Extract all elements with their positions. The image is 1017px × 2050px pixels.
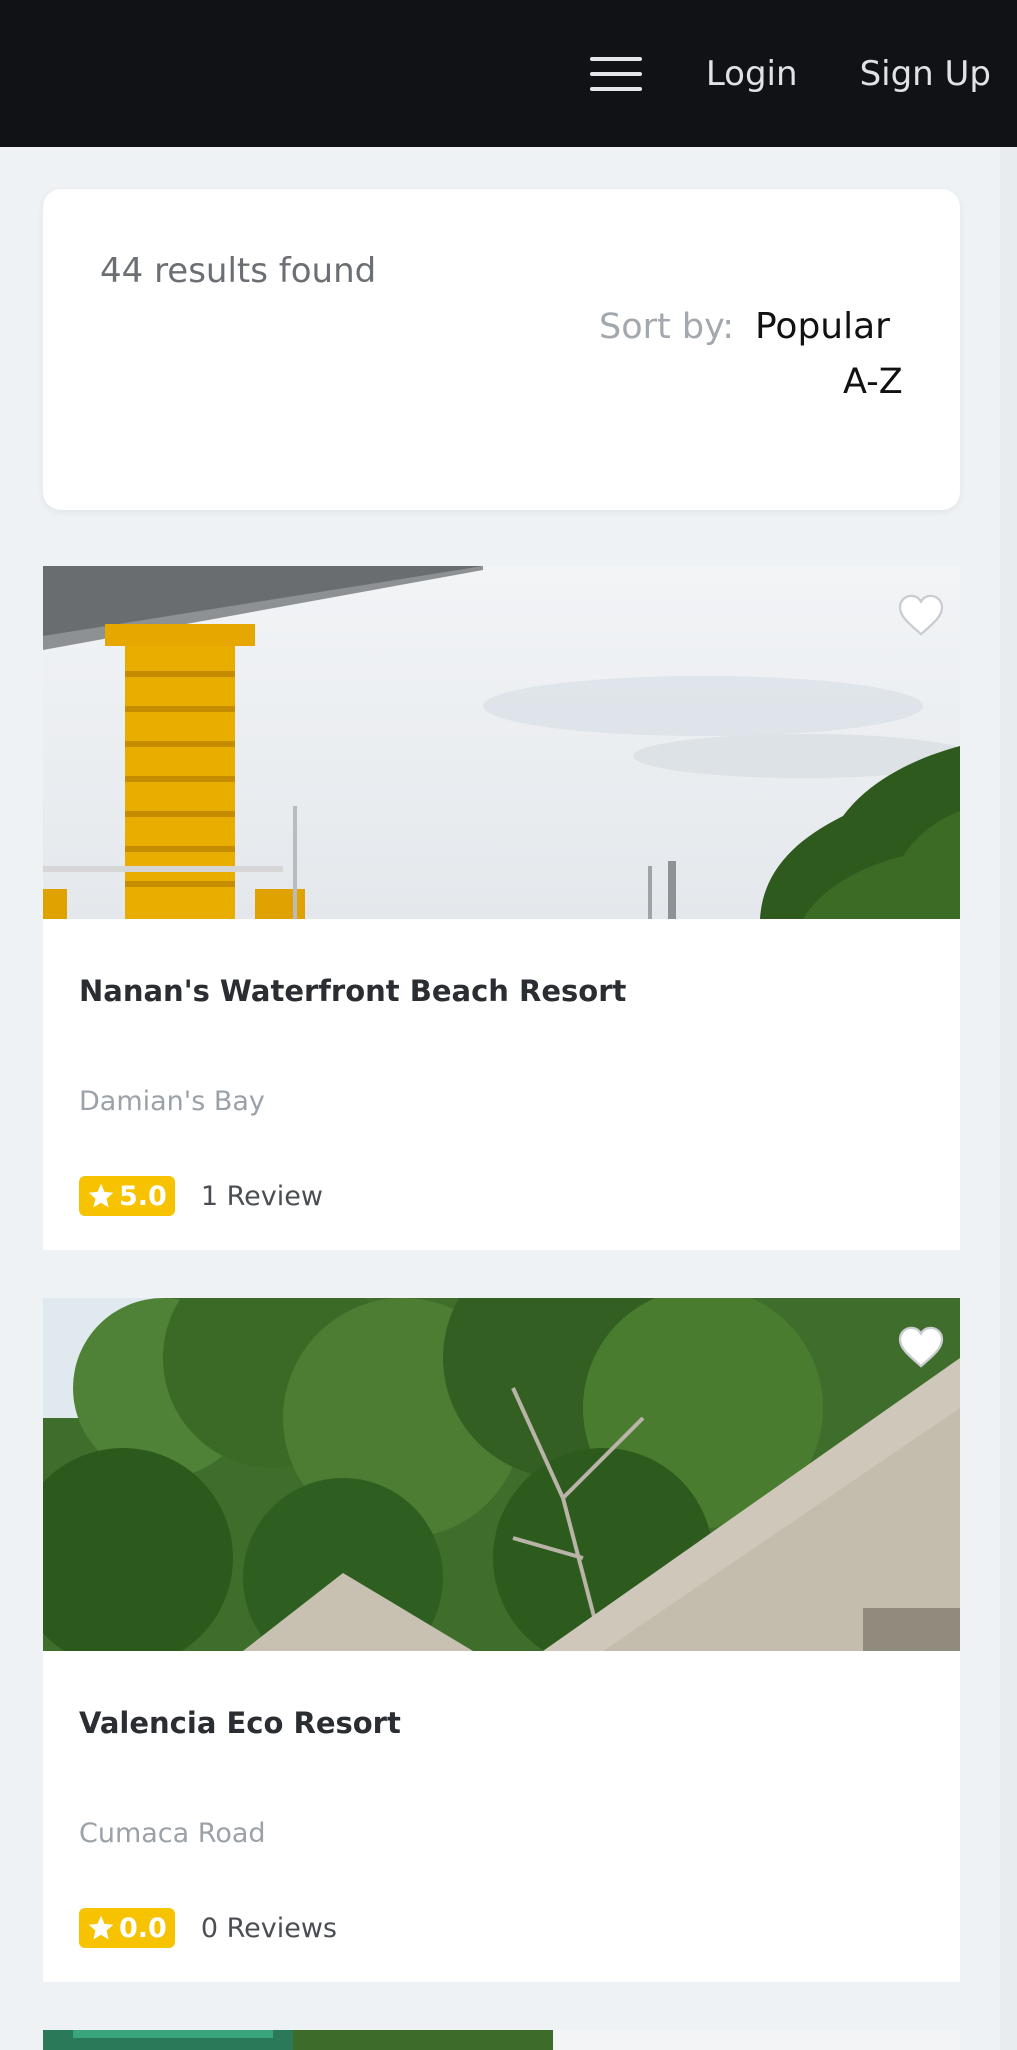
listing-location: Cumaca Road [79,1818,266,1849]
page-scrollbar-track[interactable] [1000,147,1017,2050]
login-link[interactable]: Login [706,54,798,94]
hamburger-menu-icon[interactable] [589,56,642,91]
listing-location: Damian's Bay [79,1086,265,1117]
review-count[interactable]: 0 Reviews [201,1913,337,1944]
review-count[interactable]: 1 Review [201,1181,323,1212]
rating-badge: 0.0 [79,1908,175,1948]
top-navbar: Login Sign Up [0,0,1017,147]
rating-value: 5.0 [119,1180,167,1212]
rating-row: 0.0 0 Reviews [79,1908,337,1948]
listing-title[interactable]: Nanan's Waterfront Beach Resort [79,974,626,1008]
sort-option-popular[interactable]: Popular [755,306,890,347]
rating-badge: 5.0 [79,1176,175,1216]
signup-link[interactable]: Sign Up [860,54,991,94]
listing-title[interactable]: Valencia Eco Resort [79,1706,401,1740]
results-summary-card: 44 results found Sort by: Popular A-Z [43,189,960,510]
listing-photo-partial[interactable] [43,2030,960,2050]
listing-photo[interactable] [43,566,960,919]
listing-photo[interactable] [43,1298,960,1651]
rating-value: 0.0 [119,1912,167,1944]
rating-row: 5.0 1 Review [79,1176,323,1216]
heart-icon[interactable] [898,1326,944,1368]
star-icon [88,1915,114,1940]
sort-by-label: Sort by: [599,307,735,347]
star-icon [88,1183,114,1208]
listing-card[interactable]: Valencia Eco Resort Cumaca Road 0.0 0 Re… [43,1298,960,1982]
sort-option-a-z[interactable]: A-Z [843,362,903,402]
listing-card[interactable]: Nanan's Waterfront Beach Resort Damian's… [43,566,960,1250]
heart-icon[interactable] [898,594,944,636]
results-count: 44 results found [100,251,377,291]
